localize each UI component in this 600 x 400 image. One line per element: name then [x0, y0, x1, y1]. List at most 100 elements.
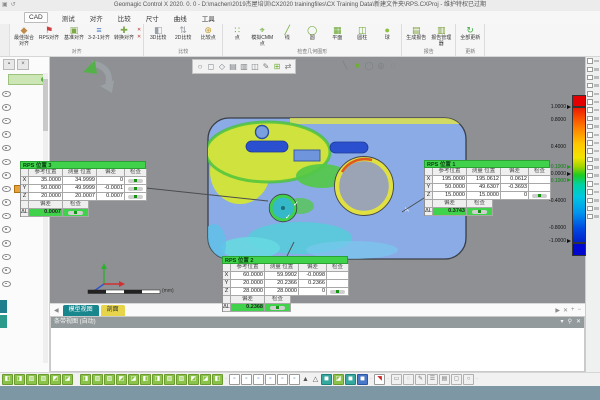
checkbox-icon[interactable]	[587, 148, 593, 154]
tree-row[interactable]	[2, 237, 42, 251]
toolbar-icon-39[interactable]: ☰	[427, 374, 438, 385]
ribbon-clipped-button[interactable]	[0, 24, 10, 56]
toolbar-icon-22[interactable]: ▫	[241, 374, 252, 385]
toolbar-icon-37[interactable]: ◌	[403, 374, 414, 385]
panel-close-icon[interactable]: ✕	[563, 307, 568, 314]
toolbar-icon-19[interactable]: ◧	[212, 374, 223, 385]
menu-tab-比较[interactable]: 比较	[117, 13, 132, 23]
eye-icon[interactable]	[2, 172, 11, 179]
ribbon-button-2D比较[interactable]: ⇅2D比较	[171, 25, 195, 42]
tolerance-marker-icon[interactable]	[567, 178, 571, 182]
ribbon-button-RPS对齐[interactable]: ⚑RPS对齐	[37, 25, 61, 42]
viewport-tab[interactable]: ▪	[3, 59, 15, 70]
menu-tab-测试[interactable]: 测试	[61, 13, 76, 23]
viewport-close-icon[interactable]: ×	[17, 59, 29, 70]
display-option-row[interactable]	[586, 57, 600, 65]
range-marker-icon[interactable]	[567, 172, 571, 176]
bottom-tab-剖面[interactable]: 剖面	[101, 305, 125, 316]
toolbar-icon-40[interactable]: ▤	[439, 374, 450, 385]
tree-row[interactable]	[2, 87, 42, 101]
toolbar-icon-5[interactable]: ◩	[50, 374, 61, 385]
eye-icon[interactable]	[2, 267, 11, 274]
display-option-row[interactable]	[586, 82, 600, 90]
ribbon-button-最佳拟合对齐[interactable]: ◆最佳拟合对齐	[12, 25, 36, 47]
band-view-header[interactable]: 条带视图 (自动) ▾ ⚲ ✕	[51, 317, 584, 328]
toolbar-icon-25[interactable]: ▫	[277, 374, 288, 385]
eye-icon[interactable]	[2, 213, 11, 220]
menu-tab-尺寸[interactable]: 尺寸	[145, 13, 160, 23]
tree-row[interactable]	[2, 250, 42, 264]
ribbon-button-3D比较[interactable]: ◧3D比较	[146, 25, 170, 42]
ribbon-button-全部更新[interactable]: ↻全部更新	[458, 25, 482, 42]
tree-header[interactable]	[8, 74, 48, 85]
checkbox-icon[interactable]	[587, 189, 593, 195]
ribbon-button-圆柱[interactable]: ◫圆柱	[350, 25, 374, 42]
panel-x-icon[interactable]: ✕	[576, 317, 581, 328]
align-extra-icon[interactable]: ✕	[137, 27, 141, 33]
tolerance-marker-icon[interactable]	[567, 165, 571, 169]
toolbar-icon-11[interactable]: ◩	[116, 374, 127, 385]
tree-row[interactable]	[2, 264, 42, 278]
eye-icon[interactable]	[2, 226, 11, 233]
toolbar-icon-36[interactable]: ▭	[391, 374, 402, 385]
toolbar-icon-42[interactable]: ○	[463, 374, 474, 385]
eye-icon[interactable]	[2, 91, 11, 98]
ellipse-view-icon[interactable]: ○	[195, 61, 205, 72]
eye-icon[interactable]	[2, 159, 11, 166]
eye-icon[interactable]	[2, 240, 11, 247]
display-option-row[interactable]	[586, 73, 600, 81]
toolbar-icon-4[interactable]: ▨	[38, 374, 49, 385]
import-view-icon[interactable]: ▤	[228, 61, 238, 72]
sync-view-icon[interactable]: ⇄	[283, 61, 293, 72]
side-tab-2[interactable]	[0, 315, 7, 328]
tree-row[interactable]	[2, 128, 42, 142]
toolbar-icon-9[interactable]: ▧	[92, 374, 103, 385]
checkbox-icon[interactable]	[587, 99, 593, 105]
display-option-row[interactable]	[586, 188, 600, 196]
eye-icon[interactable]	[2, 186, 11, 193]
tree-row[interactable]	[2, 141, 42, 155]
checkbox-icon[interactable]	[587, 124, 593, 130]
toolbar-icon-13[interactable]: ◧	[140, 374, 151, 385]
ribbon-button-模拟CMM点[interactable]: ⌖模拟CMM点	[250, 25, 274, 47]
checkbox-icon[interactable]	[587, 181, 593, 187]
display-option-row[interactable]	[586, 131, 600, 139]
rps-callout-rps2[interactable]: RPS 位置 2参考位置测量 位置偏差检查X60.000059.9902-0.0…	[222, 256, 348, 312]
checkbox-icon[interactable]	[587, 67, 593, 73]
prism-view-icon[interactable]: ◇	[217, 61, 227, 72]
checkbox-icon[interactable]	[587, 206, 593, 212]
toolbar-icon-14[interactable]: ◨	[152, 374, 163, 385]
rps-callout-rps3[interactable]: RPS 位置 3参考位置测量 位置偏差检查X35.000034.99990Y50…	[20, 161, 146, 217]
checkbox-icon[interactable]	[587, 107, 593, 113]
toolbar-icon-6[interactable]: ◪	[62, 374, 73, 385]
tree-row[interactable]	[2, 101, 42, 115]
ribbon-button-3-2-1对齐[interactable]: ≡3-2-1对齐	[87, 25, 111, 42]
eye-icon[interactable]	[2, 118, 11, 125]
fill-region-icon[interactable]: ■	[352, 60, 362, 71]
paint-view-icon[interactable]: ✎	[261, 61, 271, 72]
ribbon-button-线[interactable]: ╱线	[275, 25, 299, 42]
bottom-tab-模型视图[interactable]: 模型视图	[63, 305, 99, 316]
tree-scrollbar[interactable]	[43, 73, 48, 363]
range-marker-icon[interactable]	[567, 105, 571, 109]
toolbar-icon-18[interactable]: ◪	[200, 374, 211, 385]
eye-icon[interactable]	[2, 104, 11, 111]
toolbar-icon-34[interactable]: ◥	[374, 374, 385, 385]
ribbon-button-点[interactable]: ∷点	[225, 25, 249, 42]
display-option-row[interactable]	[586, 90, 600, 98]
toolbar-icon-17[interactable]: ◩	[188, 374, 199, 385]
grid-view-icon[interactable]: ⊞	[272, 61, 282, 72]
menu-cad-button[interactable]: CAD	[24, 12, 48, 23]
checkbox-icon[interactable]	[587, 132, 593, 138]
rps-callout-rps1[interactable]: RPS 位置 1参考位置测量 位置偏差检查X195.0000195.06120.…	[424, 160, 550, 216]
toolbar-icon-23[interactable]: ▫	[253, 374, 264, 385]
display-option-row[interactable]	[586, 204, 600, 212]
toolbar-icon-26[interactable]: ▫	[289, 374, 300, 385]
toolbar-icon-2[interactable]: ◨	[14, 374, 25, 385]
menu-tab-曲线[interactable]: 曲线	[173, 13, 188, 23]
display-option-row[interactable]	[586, 123, 600, 131]
display-option-row[interactable]	[586, 196, 600, 204]
display-option-row[interactable]	[586, 98, 600, 106]
display-option-row[interactable]	[586, 163, 600, 171]
display-option-row[interactable]	[586, 172, 600, 180]
